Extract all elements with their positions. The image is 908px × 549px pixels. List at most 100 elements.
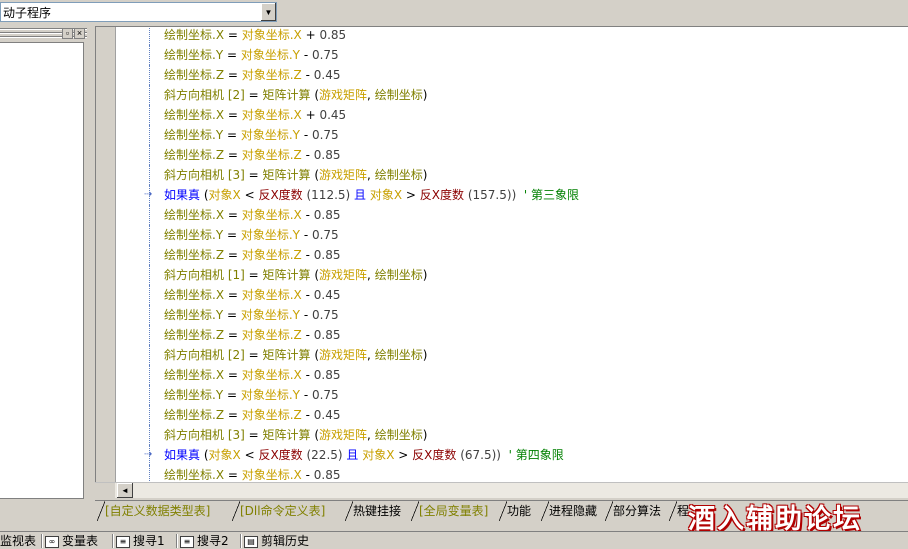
indent-guide [149,27,150,45]
code-line[interactable]: 绘制坐标.X = 对象坐标.X - 0.85 [96,465,908,482]
code-line[interactable]: 绘制坐标.Z = 对象坐标.Z - 0.45 [96,405,908,425]
code-token: 且 [354,188,367,202]
indent-guide [149,345,150,365]
code-token: 对象坐标.Z [241,328,302,342]
code-token: ( [310,88,320,102]
code-token: 对象坐标.Y [240,308,300,322]
code-token: 反X度数 [258,448,303,462]
code-token: = [244,168,263,182]
document-tab[interactable]: 进程隐藏 [540,501,601,521]
code-token: 0.75 [311,128,339,142]
scroll-left-icon[interactable]: ◄ [117,483,133,498]
code-token: - [300,308,312,322]
code-token: 斜方向相机 [2] [164,348,245,362]
side-panel-body[interactable] [0,42,84,499]
code-token: = [224,108,242,122]
code-token: ( [310,428,320,442]
code-line[interactable]: 绘制坐标.Z = 对象坐标.Z - 0.85 [96,325,908,345]
bottom-panel-tab[interactable]: ≡ 搜寻1 [116,533,165,549]
code-token: 0.85 [313,468,341,482]
code-line[interactable]: 斜方向相机 [1] = 矩阵计算 (游戏矩阵, 绘制坐标) [96,265,908,285]
document-tab[interactable]: 热键挂接 [344,501,405,521]
document-tab[interactable]: [Dll命令定义表] [231,501,329,521]
code-token: 对象坐标.Z [241,148,302,162]
code-token: - [300,128,312,142]
code-line[interactable]: 绘制坐标.X = 对象坐标.X - 0.85 [96,365,908,385]
code-token: + [301,108,320,122]
code-token: 绘制坐标.Z [164,328,225,342]
code-line[interactable]: 绘制坐标.X = 对象坐标.X + 0.85 [96,27,908,45]
panel-tab-icon: ▤ [244,535,258,548]
bottom-panel-tab[interactable]: ≡ 搜寻2 [180,533,229,549]
indent-guide [149,105,150,125]
indent-guide [149,365,150,385]
code-line[interactable]: 绘制坐标.X = 对象坐标.X - 0.85 [96,205,908,225]
indent-guide [149,245,150,265]
bottom-panel-tab[interactable]: ∞ 变量表 [45,533,98,549]
code-editor[interactable]: 绘制坐标.X = 对象坐标.X + 0.85 绘制坐标.Y = 对象坐标.Y - … [95,26,908,482]
code-token: 斜方向相机 [2] [164,88,245,102]
chevron-down-icon[interactable]: ▼ [260,3,276,21]
code-line[interactable]: 绘制坐标.Z = 对象坐标.Z - 0.85 [96,145,908,165]
document-tab[interactable]: [自定义数据类型表] [96,501,214,521]
bottom-panel-tab-label: 剪辑历史 [261,534,310,548]
code-line[interactable]: 斜方向相机 [3] = 矩阵计算 (游戏矩阵, 绘制坐标) [96,425,908,445]
code-token: 斜方向相机 [3] [164,168,245,182]
code-statement: 绘制坐标.Y = 对象坐标.Y - 0.75 [164,225,339,245]
code-line[interactable]: 绘制坐标.Y = 对象坐标.Y - 0.75 [96,225,908,245]
code-line[interactable]: 绘制坐标.Y = 对象坐标.Y - 0.75 [96,45,908,65]
bottom-panel-tab[interactable]: ▤ 剪辑历史 [244,533,309,549]
code-statement: 斜方向相机 [3] = 矩阵计算 (游戏矩阵, 绘制坐标) [164,425,427,445]
code-line[interactable]: 绘制坐标.Y = 对象坐标.Y - 0.75 [96,385,908,405]
code-token: = [244,428,263,442]
code-statement: 斜方向相机 [3] = 矩阵计算 (游戏矩阵, 绘制坐标) [164,165,427,185]
code-token: = [224,368,242,382]
code-line[interactable]: ⇢ 如果真 (对象X < 反X度数 (22.5) 且 对象X > 反X度数 (67… [96,445,908,465]
code-line[interactable]: 斜方向相机 [2] = 矩阵计算 (游戏矩阵, 绘制坐标) [96,345,908,365]
code-token: 矩阵计算 [262,168,311,182]
code-token: , [367,268,375,282]
code-token: 0.45 [319,108,347,122]
code-token: 绘制坐标.X [164,208,225,222]
code-token: 对象坐标.X [241,368,302,382]
horizontal-scrollbar[interactable]: ◄ [95,482,908,498]
code-line[interactable]: 斜方向相机 [2] = 矩阵计算 (游戏矩阵, 绘制坐标) [96,85,908,105]
code-token: 0.85 [313,328,341,342]
code-token: = [224,248,242,262]
code-token: 绘制坐标.X [164,368,225,382]
flow-arrow-icon: ⇢ [144,449,153,460]
code-line[interactable]: 绘制坐标.Z = 对象坐标.Z - 0.45 [96,65,908,85]
code-token: 绘制坐标 [374,348,423,362]
document-tab[interactable]: [全局变量表] [410,501,492,521]
document-tab[interactable]: 部分算法 [604,501,665,521]
close-icon[interactable]: × [74,27,85,39]
restore-icon[interactable]: ▫ [62,27,73,39]
code-token: 对象坐标.X [241,468,302,482]
code-token: = [224,468,242,482]
document-tab[interactable]: 功能 [498,501,535,521]
code-line[interactable]: 绘制坐标.Y = 对象坐标.Y - 0.75 [96,125,908,145]
code-line[interactable]: ⇢ 如果真 (对象X < 反X度数 (112.5) 且 对象X > 反X度数 (1… [96,185,908,205]
code-token: 对象坐标.X [241,28,302,42]
code-token: 0.75 [311,388,339,402]
indent-guide [149,205,150,225]
bottom-panel-tab[interactable]: 监视表 [0,533,36,549]
code-token: - [301,408,314,422]
code-token: = [244,88,263,102]
code-token: 绘制坐标.X [164,288,225,302]
code-token: = [223,128,241,142]
code-token: 对象坐标.Y [240,228,300,242]
code-statement: 绘制坐标.X = 对象坐标.X - 0.85 [164,205,340,225]
panel-tab-icon: ≡ [116,535,130,548]
code-statement: 绘制坐标.Z = 对象坐标.Z - 0.85 [164,145,340,165]
code-line[interactable]: 绘制坐标.X = 对象坐标.X + 0.45 [96,105,908,125]
code-line[interactable]: 斜方向相机 [3] = 矩阵计算 (游戏矩阵, 绘制坐标) [96,165,908,185]
code-token: 斜方向相机 [1] [164,268,245,282]
code-token: (112.5) [302,188,355,202]
code-line[interactable]: 绘制坐标.Z = 对象坐标.Z - 0.85 [96,245,908,265]
code-line[interactable]: 绘制坐标.X = 对象坐标.X - 0.45 [96,285,908,305]
subprogram-selector[interactable]: 动子程序 ▼ [0,2,277,22]
code-token: 对象坐标.X [241,108,302,122]
indent-guide [149,125,150,145]
code-line[interactable]: 绘制坐标.Y = 对象坐标.Y - 0.75 [96,305,908,325]
